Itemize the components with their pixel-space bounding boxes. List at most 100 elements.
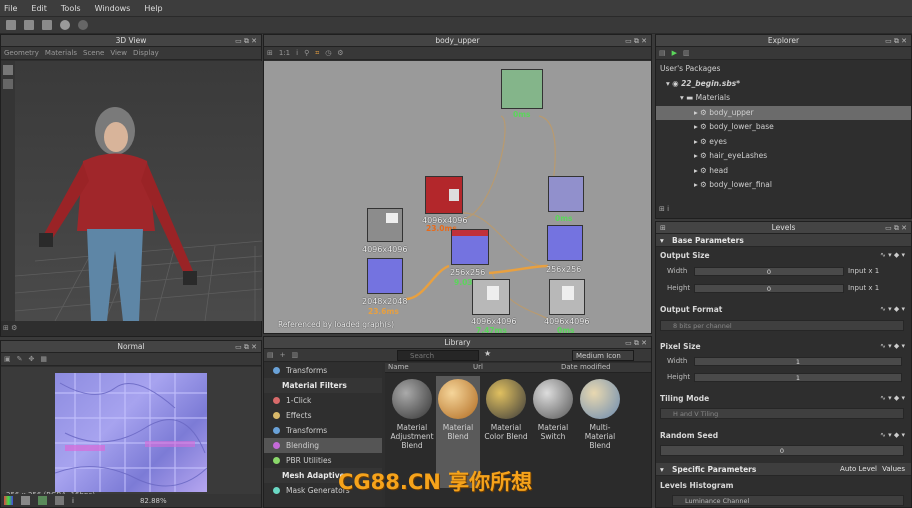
save-icon[interactable] <box>42 20 52 30</box>
collapse-arrow-icon[interactable]: ▾ <box>660 234 664 247</box>
move-icon[interactable]: ✥ <box>29 355 35 363</box>
param-controls-icon[interactable]: ∿ ▾ ◆ ▾ <box>880 305 905 313</box>
graph-node-normal[interactable] <box>547 225 583 261</box>
3d-menu-geometry[interactable]: Geometry <box>4 49 39 57</box>
menu-file[interactable]: File <box>4 4 17 13</box>
pixel-width-slider[interactable]: 1 <box>694 357 902 366</box>
folder-row[interactable]: ▾ ▬ Materials <box>660 91 911 106</box>
param-controls-icon[interactable]: ∿ ▾ ◆ ▾ <box>880 342 905 350</box>
rotate-tool-icon[interactable] <box>3 65 13 75</box>
height-slider[interactable]: 0 <box>694 284 844 293</box>
menu-tools[interactable]: Tools <box>61 4 81 13</box>
library-item-multi-material-blend[interactable]: Multi-Material Blend <box>578 379 622 450</box>
camera-icon[interactable]: ▣ <box>4 355 11 363</box>
folder-icon[interactable]: ▤ <box>267 351 274 359</box>
expand-arrow-icon[interactable]: ▸ <box>694 137 698 146</box>
new-package-icon[interactable]: ▤ <box>659 49 666 57</box>
3d-menu-view[interactable]: View <box>110 49 127 57</box>
height-input-x1[interactable]: Input x 1 <box>848 284 879 292</box>
expand-arrow-icon[interactable]: ▸ <box>694 122 698 131</box>
panel-controls-icon[interactable]: ▭ ⧉ ✕ <box>625 337 647 349</box>
histogram-icon[interactable] <box>55 496 64 505</box>
graph-node-mask[interactable] <box>472 279 510 315</box>
3d-viewport[interactable] <box>15 61 262 321</box>
graph-row-hair-eyelashes[interactable]: ▸ ⚙ hair_eyeLashes <box>660 149 911 164</box>
graph-node-output-color[interactable] <box>501 69 543 109</box>
undo-icon[interactable] <box>60 20 70 30</box>
3d-menu-materials[interactable]: Materials <box>45 49 77 57</box>
tree-item-effects[interactable]: Effects <box>264 408 382 423</box>
panel-controls-icon[interactable]: ▭ ⧉ ✕ <box>235 341 257 353</box>
expand-arrow-icon[interactable]: ▸ <box>694 166 698 175</box>
light-tool-icon[interactable] <box>3 79 13 89</box>
explorer-footer-icons[interactable]: ⊞ i <box>659 205 669 213</box>
zoom-icon[interactable]: ⚲ <box>304 49 309 57</box>
open-file-icon[interactable] <box>24 20 34 30</box>
random-seed-field[interactable]: 0 <box>660 445 904 456</box>
info-icon[interactable]: i <box>296 49 298 57</box>
settings-icon[interactable]: ⚙ <box>337 49 343 57</box>
frame-icon[interactable]: ⊞ <box>267 49 273 57</box>
graph-canvas[interactable]: 0ms 4096x4096 23.0ms 0ms 4096x4096 256x2… <box>264 61 651 335</box>
timer-icon[interactable]: ◷ <box>325 49 331 57</box>
add-icon[interactable]: + <box>280 351 286 359</box>
graph-node-mask-out[interactable] <box>549 279 585 315</box>
3d-menu-display[interactable]: Display <box>133 49 159 57</box>
play-icon[interactable]: ▶ <box>672 49 677 57</box>
panel-controls-icon[interactable]: ▭ ⧉ ✕ <box>885 35 907 47</box>
color-channel-icon[interactable] <box>38 496 47 505</box>
graph-node-normal-input[interactable] <box>367 258 403 294</box>
redo-icon[interactable] <box>78 20 88 30</box>
column-url[interactable]: Url <box>473 363 561 372</box>
tree-item-blending[interactable]: Blending <box>264 438 382 453</box>
checker-icon[interactable] <box>21 496 30 505</box>
grid-icon[interactable]: ▦ <box>40 355 47 363</box>
library-item-material-color-blend[interactable]: Material Color Blend <box>484 379 528 441</box>
tree-header-material-filters[interactable]: Material Filters <box>264 378 382 393</box>
auto-level-button[interactable]: Auto Level <box>840 463 877 476</box>
param-controls-icon[interactable]: ∿ ▾ ◆ ▾ <box>880 431 905 439</box>
favorite-star-icon[interactable]: ★ <box>484 349 491 358</box>
graph-node-normal-out[interactable] <box>548 176 584 212</box>
panel-controls-icon[interactable]: ▭ ⧉ ✕ <box>235 35 257 47</box>
package-row[interactable]: ▾ ◉ 22_begin.sbs* <box>660 77 911 92</box>
expand-arrow-icon[interactable]: ▾ <box>680 93 684 102</box>
graph-node-blend[interactable] <box>451 229 489 265</box>
paint-icon[interactable]: ✎ <box>17 355 23 363</box>
graph-row-body-upper[interactable]: ▸ ⚙ body_upper <box>656 105 911 120</box>
align-icon[interactable]: ⌗ <box>315 49 319 58</box>
library-search-input[interactable]: Search <box>397 350 479 361</box>
values-button[interactable]: Values <box>882 463 905 476</box>
expand-arrow-icon[interactable]: ▸ <box>694 180 698 189</box>
graph-node-grey[interactable] <box>367 208 403 242</box>
tree-item-transforms-2[interactable]: Transforms <box>264 423 382 438</box>
panel-controls-icon[interactable]: ▭ ⧉ ✕ <box>885 222 907 234</box>
info-icon[interactable]: i <box>72 497 74 505</box>
tree-item-1-click[interactable]: 1-Click <box>264 393 382 408</box>
add-graph-icon[interactable]: ▥ <box>683 49 690 57</box>
graph-row-body-lower-base[interactable]: ▸ ⚙ body_lower_base <box>660 120 911 135</box>
width-input-x1[interactable]: Input x 1 <box>848 267 879 275</box>
base-parameters-section[interactable]: ▾ Base Parameters <box>656 234 911 247</box>
specific-parameters-section[interactable]: ▾ Specific Parameters Auto Level Values <box>656 463 911 476</box>
zoom-value[interactable]: 82.88% <box>140 497 167 505</box>
panel-controls-icon[interactable]: ▭ ⧉ ✕ <box>625 35 647 47</box>
expand-arrow-icon[interactable]: ▸ <box>694 108 698 117</box>
column-date[interactable]: Date modified <box>561 363 649 372</box>
tree-item-transforms[interactable]: Transforms <box>264 363 382 378</box>
menu-windows[interactable]: Windows <box>95 4 131 13</box>
param-controls-icon[interactable]: ∿ ▾ ◆ ▾ <box>880 251 905 259</box>
menu-help[interactable]: Help <box>144 4 162 13</box>
collapse-arrow-icon[interactable]: ▾ <box>660 463 664 476</box>
tiling-mode-select[interactable]: H and V Tiling <box>660 408 904 419</box>
output-format-select[interactable]: 8 bits per channel <box>660 320 904 331</box>
graph-row-eyes[interactable]: ▸ ⚙ eyes <box>660 135 911 150</box>
view-mode-select[interactable]: Medium Icon <box>572 350 634 361</box>
graph-row-head[interactable]: ▸ ⚙ head <box>660 164 911 179</box>
3d-menu-scene[interactable]: Scene <box>83 49 104 57</box>
expand-arrow-icon[interactable]: ▾ <box>666 79 670 88</box>
3d-view-footer-icons[interactable]: ⊞ ⚙ <box>3 324 17 332</box>
ratio-icon[interactable]: 1:1 <box>279 49 290 57</box>
rgba-channel-icon[interactable] <box>4 496 13 505</box>
library-item-material-switch[interactable]: Material Switch <box>531 379 575 441</box>
